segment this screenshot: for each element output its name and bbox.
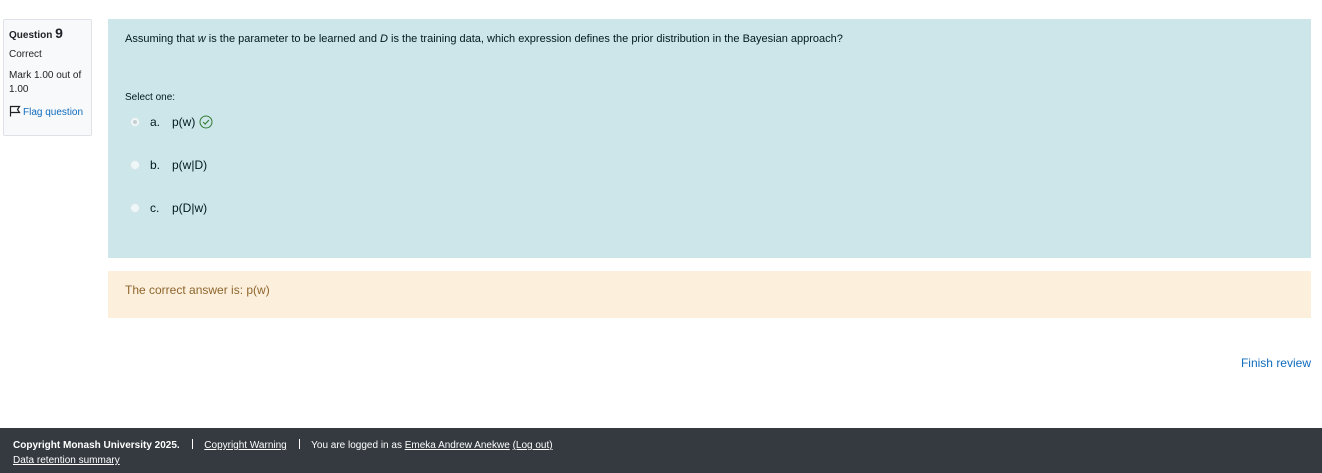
answer-radio-b[interactable] (130, 160, 140, 170)
answer-label: p(w) (172, 115, 196, 129)
answer-letter: a. (150, 115, 161, 129)
answer-letter: b. (150, 158, 161, 172)
question-grade: Mark 1.00 out of 1.00 (9, 70, 82, 95)
question-number-value: 9 (55, 25, 63, 41)
variable-w: w (197, 33, 206, 45)
page-footer: Copyright Monash University 2025. Copyri… (0, 428, 1322, 473)
question-info: Question 9 Correct Mark 1.00 out of 1.00… (3, 19, 92, 136)
footer-line-1: Copyright Monash University 2025. Copyri… (13, 438, 1309, 453)
right-answer-text: The correct answer is: p(w) (125, 283, 270, 297)
finish-review-link[interactable]: Finish review (1241, 356, 1311, 370)
answer-option-c[interactable]: c. p(D|w) (130, 201, 207, 215)
answer-radio-a[interactable] (130, 117, 140, 127)
variable-d: D (380, 33, 388, 45)
answer-radio-c[interactable] (130, 203, 140, 213)
question-formulation: Assuming that w is the parameter to be l… (108, 19, 1311, 258)
footer-line-2: Data retention summary (13, 453, 1309, 468)
select-one-prompt: Select one: (125, 92, 176, 103)
user-profile-link[interactable]: Emeka Andrew Anekwe (405, 440, 510, 451)
footer-separator (298, 439, 300, 449)
copyright-text: Copyright Monash University 2025. (13, 440, 180, 451)
question-state: Correct (9, 49, 42, 60)
flag-icon (9, 105, 21, 120)
check-circle-icon (199, 115, 213, 129)
question-feedback: The correct answer is: p(w) (108, 271, 1311, 318)
footer-separator (191, 439, 193, 449)
flag-question-link[interactable]: Flag question (9, 105, 86, 120)
logged-in-text: You are logged in as (311, 440, 405, 451)
logout-link[interactable]: (Log out) (513, 440, 553, 451)
data-retention-link[interactable]: Data retention summary (13, 455, 120, 466)
answer-option-b[interactable]: b. p(w|D) (130, 158, 207, 172)
answer-label: p(D|w) (172, 201, 208, 215)
answer-label: p(w|D) (172, 158, 208, 172)
answer-letter: c. (150, 201, 160, 215)
question-text: Assuming that w is the parameter to be l… (125, 33, 843, 45)
answer-option-a[interactable]: a. p(w) (130, 115, 213, 129)
question-number: Question 9 (9, 25, 63, 41)
copyright-warning-link[interactable]: Copyright Warning (204, 440, 286, 451)
flag-question-label: Flag question (23, 107, 84, 118)
